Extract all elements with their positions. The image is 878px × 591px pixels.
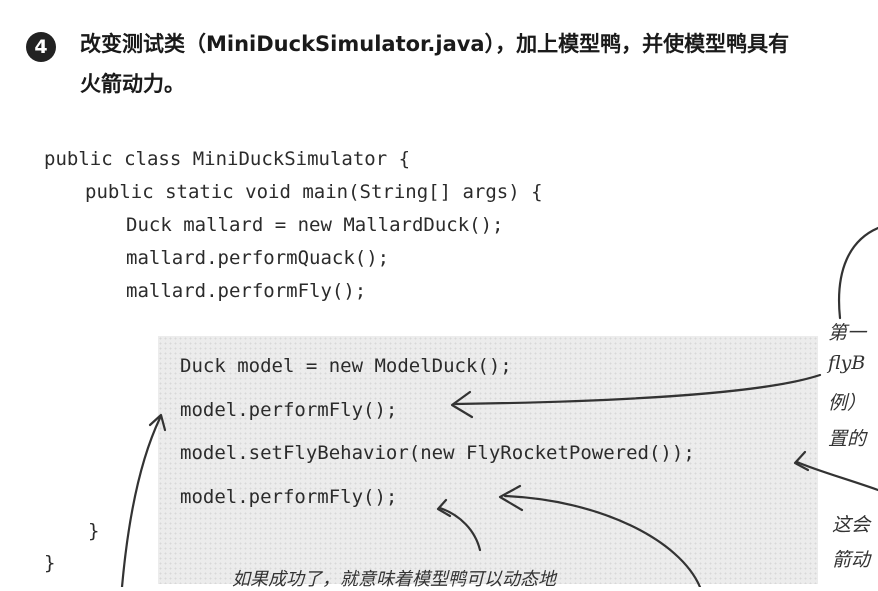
arrow-to-setflybehavior-head [793, 450, 810, 472]
arrow-to-second-performfly [503, 494, 702, 587]
arrow-left-vertical [120, 416, 162, 587]
arrow-to-second-performfly-head [498, 484, 524, 512]
handdrawn-arrows [120, 226, 878, 587]
arrow-to-setflybehavior [795, 460, 878, 492]
arrow-to-semicolon-head [436, 498, 452, 518]
callout-curve [838, 226, 878, 320]
arrow-to-first-performfly [453, 373, 822, 406]
